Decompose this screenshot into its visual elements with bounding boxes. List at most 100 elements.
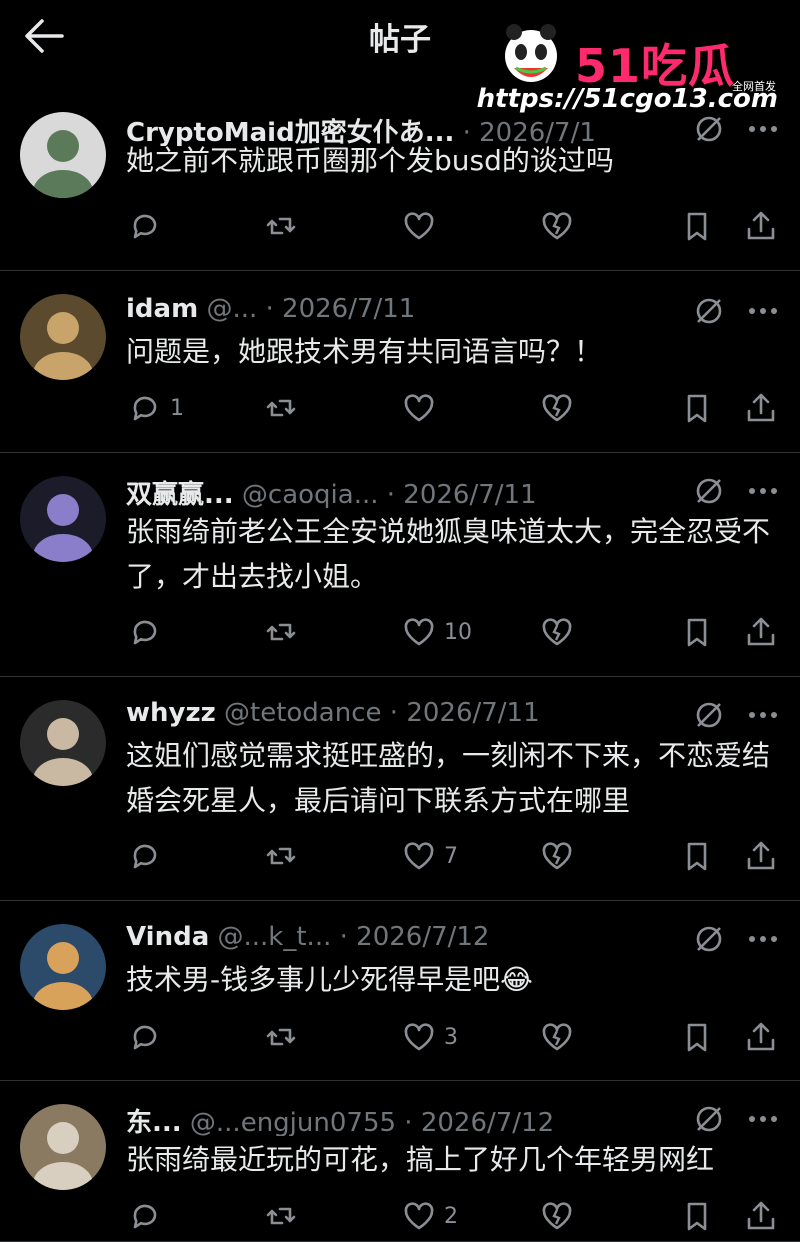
- retweet-icon: [266, 217, 296, 235]
- bookmark-button[interactable]: [680, 836, 714, 876]
- post[interactable]: CryptoMaid加密女仆あ... · 2026/7/1 她之前不就跟币圈那个…: [0, 84, 800, 271]
- post[interactable]: 东... @...engjun0755 · 2026/7/12 张雨绮最近玩的可…: [0, 1080, 800, 1242]
- avatar[interactable]: [20, 1104, 106, 1190]
- like-button[interactable]: 3: [402, 1017, 458, 1057]
- share-button[interactable]: [744, 836, 778, 876]
- reply-button[interactable]: [128, 612, 162, 652]
- more-icon[interactable]: [748, 124, 778, 134]
- post[interactable]: 双赢赢... @caoqia... · 2026/7/11 张雨绮前老公王全安说…: [0, 452, 800, 677]
- dislike-icon: [542, 842, 572, 870]
- like-button[interactable]: 10: [402, 612, 472, 652]
- like-icon: [404, 842, 434, 870]
- dislike-button[interactable]: [540, 612, 574, 652]
- avatar-image: [20, 924, 106, 1010]
- author-handle[interactable]: @...k_t...: [218, 922, 332, 952]
- dislike-button[interactable]: [540, 836, 574, 876]
- share-button[interactable]: [744, 206, 778, 246]
- retweet-button[interactable]: [264, 1196, 298, 1236]
- reply-icon: [133, 1025, 157, 1050]
- author-handle[interactable]: @...: [206, 294, 257, 324]
- author-handle[interactable]: @...engjun0755: [190, 1108, 396, 1136]
- action-bar: 10: [0, 612, 800, 652]
- retweet-icon: [266, 623, 296, 641]
- author-handle[interactable]: @tetodance: [224, 698, 382, 728]
- post-meta: whyzz @tetodance · 2026/7/11: [126, 698, 710, 732]
- post-date[interactable]: 2026/7/12: [421, 1108, 554, 1136]
- like-button[interactable]: 7: [402, 836, 458, 876]
- reply-button[interactable]: [128, 206, 162, 246]
- post-date[interactable]: 2026/7/12: [356, 922, 489, 952]
- like-button[interactable]: [402, 206, 436, 246]
- bookmark-icon: [687, 1202, 707, 1231]
- share-button[interactable]: [744, 388, 778, 428]
- avatar[interactable]: [20, 924, 106, 1010]
- dislike-button[interactable]: [540, 1017, 574, 1057]
- like-count: 3: [444, 1024, 458, 1050]
- bookmark-button[interactable]: [680, 1017, 714, 1057]
- reply-icon: [133, 214, 157, 239]
- share-button[interactable]: [744, 1017, 778, 1057]
- avatar-image: [20, 112, 106, 198]
- reply-button[interactable]: 1: [128, 388, 184, 428]
- bookmark-icon: [687, 394, 707, 423]
- retweet-button[interactable]: [264, 1017, 298, 1057]
- like-button[interactable]: 2: [402, 1196, 458, 1236]
- author-name[interactable]: 东...: [126, 1108, 182, 1136]
- share-button[interactable]: [744, 612, 778, 652]
- author-handle[interactable]: @caoqia...: [242, 480, 379, 508]
- reply-button[interactable]: [128, 836, 162, 876]
- dislike-button[interactable]: [540, 206, 574, 246]
- like-button[interactable]: [402, 388, 436, 428]
- like-icon: [404, 212, 434, 240]
- bookmark-button[interactable]: [680, 1196, 714, 1236]
- retweet-button[interactable]: [264, 836, 298, 876]
- author-name[interactable]: whyzz: [126, 698, 216, 728]
- post-date[interactable]: 2026/7/11: [406, 698, 539, 728]
- avatar[interactable]: [20, 294, 106, 380]
- like-count: 7: [444, 843, 458, 869]
- more-icon[interactable]: [748, 1114, 778, 1124]
- author-name[interactable]: 双赢赢...: [126, 480, 234, 508]
- bookmark-icon: [687, 842, 707, 871]
- post-date[interactable]: 2026/7/11: [282, 294, 415, 324]
- post-text: 这姐们感觉需求挺旺盛的，一刻闲不下来，不恋爱结婚会死星人，最后请问下联系方式在哪…: [126, 739, 771, 817]
- share-icon: [747, 617, 775, 646]
- grok-icon[interactable]: [694, 700, 724, 730]
- avatar[interactable]: [20, 112, 106, 198]
- post[interactable]: idam @... · 2026/7/11 问题是，她跟技术男有共同语言吗？！ 1: [0, 270, 800, 453]
- grok-icon[interactable]: [694, 924, 724, 954]
- grok-icon[interactable]: [694, 296, 724, 326]
- retweet-icon: [266, 399, 296, 417]
- post-date[interactable]: 2026/7/11: [403, 480, 536, 508]
- share-button[interactable]: [744, 1196, 778, 1236]
- author-name[interactable]: idam: [126, 294, 198, 324]
- more-icon[interactable]: [748, 710, 778, 720]
- more-icon[interactable]: [748, 934, 778, 944]
- post[interactable]: whyzz @tetodance · 2026/7/11 这姐们感觉需求挺旺盛的…: [0, 676, 800, 901]
- bookmark-button[interactable]: [680, 388, 714, 428]
- dislike-icon: [542, 212, 572, 240]
- more-icon[interactable]: [748, 486, 778, 496]
- more-icon[interactable]: [748, 306, 778, 316]
- avatar[interactable]: [20, 476, 106, 562]
- dislike-icon: [542, 1202, 572, 1230]
- avatar[interactable]: [20, 700, 106, 786]
- dislike-button[interactable]: [540, 388, 574, 428]
- bookmark-button[interactable]: [680, 612, 714, 652]
- dislike-button[interactable]: [540, 1196, 574, 1236]
- author-name[interactable]: Vinda: [126, 922, 209, 952]
- share-icon: [747, 211, 775, 240]
- like-icon: [404, 1023, 434, 1051]
- post-text: 技术男-钱多事儿少死得早是吧😂: [126, 963, 533, 996]
- retweet-button[interactable]: [264, 206, 298, 246]
- reply-icon: [133, 1204, 157, 1229]
- reply-button[interactable]: [128, 1017, 162, 1057]
- post[interactable]: Vinda @...k_t... · 2026/7/12 技术男-钱多事儿少死得…: [0, 900, 800, 1081]
- grok-icon[interactable]: [694, 1104, 724, 1134]
- grok-icon[interactable]: [694, 476, 724, 506]
- retweet-button[interactable]: [264, 388, 298, 428]
- retweet-button[interactable]: [264, 612, 298, 652]
- bookmark-button[interactable]: [680, 206, 714, 246]
- reply-button[interactable]: [128, 1196, 162, 1236]
- action-bar: 7: [0, 836, 800, 876]
